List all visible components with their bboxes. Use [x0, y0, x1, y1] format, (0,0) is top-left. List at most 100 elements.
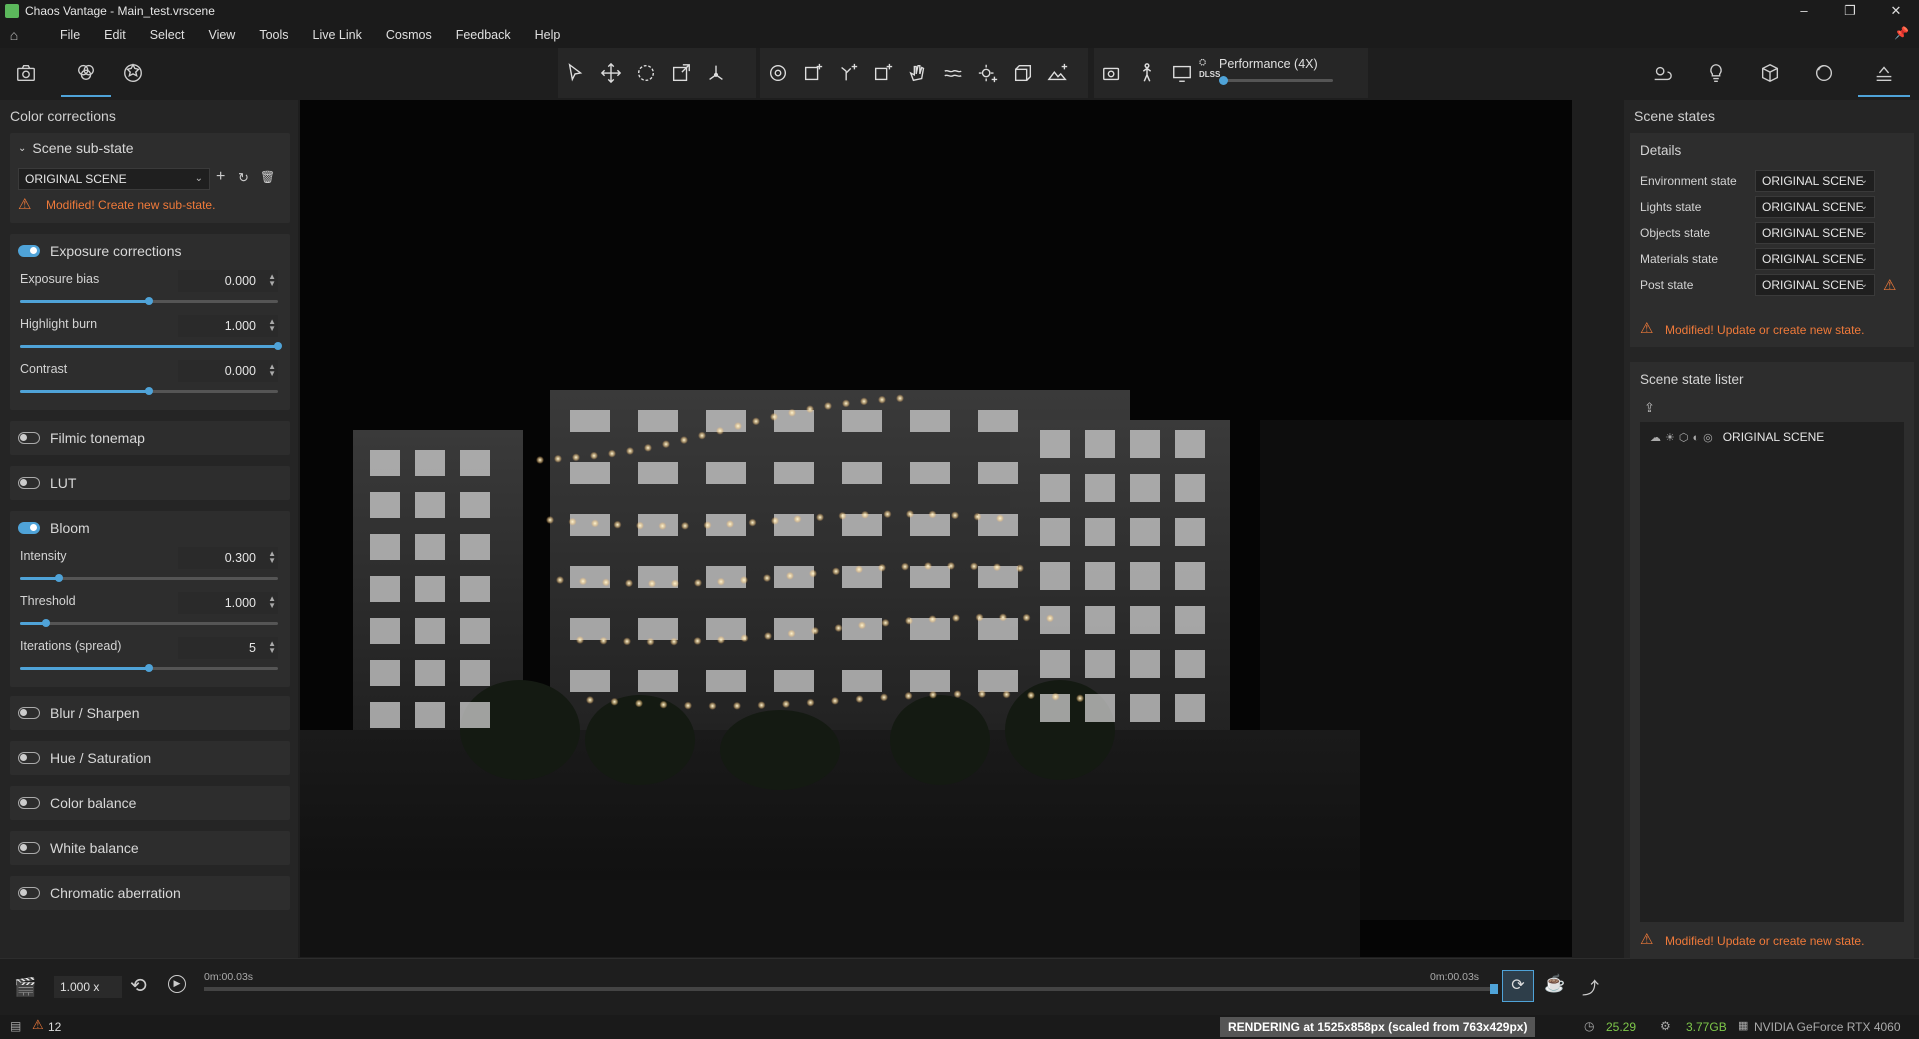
materials-tab-icon[interactable] — [1806, 56, 1841, 90]
param-value-input[interactable]: 1.000 — [178, 592, 278, 614]
white-balance-header[interactable]: White balance — [10, 831, 290, 865]
param-value-input[interactable]: 1.000 — [178, 315, 278, 337]
add-icon[interactable]: + — [216, 168, 225, 186]
rotate-icon[interactable] — [628, 56, 663, 90]
state-list-item[interactable]: ☁☀⬡◐◎ ORIGINAL SCENE — [1640, 422, 1904, 452]
param-slider-knob[interactable] — [274, 342, 282, 350]
param-value-input[interactable]: 5 — [178, 637, 278, 659]
timeline-track[interactable] — [204, 984, 1498, 994]
color-balance-toggle[interactable] — [18, 797, 40, 809]
menu-feedback[interactable]: Feedback — [444, 28, 523, 42]
menu-edit[interactable]: Edit — [92, 28, 138, 42]
add-light-icon[interactable] — [970, 56, 1005, 90]
select-arrow-icon[interactable] — [558, 56, 593, 90]
add-vegetation-icon[interactable] — [830, 56, 865, 90]
param-slider[interactable] — [20, 619, 278, 627]
spinner-arrows-icon[interactable]: ▲ ▼ — [268, 595, 276, 610]
param-slider[interactable] — [20, 574, 278, 582]
blur-sharpen-header[interactable]: Blur / Sharpen — [10, 696, 290, 730]
minimize-button[interactable]: – — [1781, 0, 1827, 22]
timeline-playhead[interactable] — [1490, 984, 1498, 994]
spinner-arrows-icon[interactable]: ▲ ▼ — [268, 550, 276, 565]
bloom-toggle[interactable] — [18, 522, 40, 534]
render-viewport[interactable] — [300, 100, 1572, 957]
state-dropdown[interactable]: ORIGINAL SCENE ⌄ — [1755, 170, 1875, 192]
play-icon[interactable]: ▶ — [168, 975, 186, 993]
param-slider-knob[interactable] — [145, 387, 153, 395]
chromatic-aberration-toggle[interactable] — [18, 887, 40, 899]
param-value-input[interactable]: 0.000 — [178, 270, 278, 292]
screenshot-camera-icon[interactable] — [1094, 56, 1129, 90]
spinner-arrows-icon[interactable]: ▲ ▼ — [268, 363, 276, 378]
lut-toggle[interactable] — [18, 477, 40, 489]
filmic-toggle[interactable] — [18, 432, 40, 444]
material-picker-icon[interactable] — [760, 56, 795, 90]
menu-live-link[interactable]: Live Link — [301, 28, 374, 42]
menu-cosmos[interactable]: Cosmos — [374, 28, 444, 42]
param-slider[interactable] — [20, 342, 282, 350]
blur-sharpen-toggle[interactable] — [18, 707, 40, 719]
state-dropdown[interactable]: ORIGINAL SCENE ⌄ — [1755, 196, 1875, 218]
param-value-input[interactable]: 0.000 — [178, 360, 278, 382]
substate-dropdown[interactable]: ORIGINAL SCENE ⌄ — [18, 168, 210, 190]
trash-icon[interactable]: 🗑 — [260, 170, 275, 184]
graph-icon[interactable]: ⤴ — [1582, 974, 1599, 999]
render-tab-camera-icon[interactable] — [8, 56, 43, 90]
close-button[interactable]: ✕ — [1873, 0, 1919, 22]
add-terrain-icon[interactable] — [1040, 56, 1075, 90]
teapot-icon[interactable]: ☕ — [1544, 974, 1565, 994]
scene-states-tab-icon[interactable] — [1858, 49, 1910, 97]
environment-tab-icon[interactable] — [1644, 56, 1679, 90]
add-object-icon[interactable] — [1005, 56, 1040, 90]
menu-view[interactable]: View — [196, 28, 247, 42]
exposure-header[interactable]: Exposure corrections — [10, 234, 290, 268]
move-icon[interactable] — [593, 56, 628, 90]
objects-tab-icon[interactable] — [1752, 56, 1787, 90]
display-icon[interactable] — [1164, 56, 1199, 90]
color-balance-header[interactable]: Color balance — [10, 786, 290, 820]
add-image-icon[interactable] — [795, 56, 830, 90]
follow-path-icon[interactable]: ⟳ — [1502, 970, 1534, 1002]
lights-tab-icon[interactable] — [1698, 56, 1733, 90]
scale-icon[interactable] — [663, 56, 698, 90]
menu-file[interactable]: File — [48, 28, 92, 42]
menu-select[interactable]: Select — [138, 28, 197, 42]
add-fog-icon[interactable] — [935, 56, 970, 90]
add-state-icon[interactable]: ⇪ — [1644, 400, 1655, 416]
walk-mode-icon[interactable] — [1129, 56, 1164, 90]
white-balance-toggle[interactable] — [18, 842, 40, 854]
speed-input[interactable]: 1.000 x — [54, 976, 122, 998]
performance-slider-knob[interactable] — [1219, 76, 1228, 85]
loop-icon[interactable]: ⟲ — [130, 973, 147, 998]
home-icon[interactable]: ⌂ — [0, 27, 28, 43]
param-slider-knob[interactable] — [145, 297, 153, 305]
restore-button[interactable]: ❐ — [1827, 0, 1873, 22]
filmic-header[interactable]: Filmic tonemap — [10, 421, 290, 455]
clapperboard-icon[interactable]: 🎬 — [14, 977, 36, 998]
state-dropdown[interactable]: ORIGINAL SCENE ⌄ — [1755, 248, 1875, 270]
exposure-toggle[interactable] — [18, 245, 40, 257]
pivot-icon[interactable] — [698, 56, 733, 90]
warning-icon[interactable]: ⚠ — [32, 1017, 44, 1033]
menu-tools[interactable]: Tools — [247, 28, 300, 42]
pin-icon[interactable]: 📌 — [1894, 26, 1909, 40]
spinner-arrows-icon[interactable]: ▲ ▼ — [268, 640, 276, 655]
add-hand-icon[interactable] — [900, 56, 935, 90]
menu-help[interactable]: Help — [523, 28, 573, 42]
param-slider-knob[interactable] — [145, 664, 153, 672]
hue-saturation-header[interactable]: Hue / Saturation — [10, 741, 290, 775]
hue-saturation-toggle[interactable] — [18, 752, 40, 764]
spinner-arrows-icon[interactable]: ▲ ▼ — [268, 318, 276, 333]
performance-control[interactable]: ⛭ DLSS Performance (4X) — [1199, 48, 1349, 98]
scene-substate-header[interactable]: ⌄ Scene sub-state — [10, 133, 290, 163]
chromatic-aberration-header[interactable]: Chromatic aberration — [10, 876, 290, 910]
effects-tab-icon[interactable] — [115, 56, 150, 90]
color-corrections-tab-icon[interactable] — [61, 49, 111, 97]
state-dropdown[interactable]: ORIGINAL SCENE ⌄ — [1755, 274, 1875, 296]
param-value-input[interactable]: 0.300 — [178, 547, 278, 569]
param-slider[interactable] — [20, 297, 278, 305]
log-icon[interactable]: ▤ — [10, 1019, 21, 1033]
param-slider-knob[interactable] — [41, 619, 50, 627]
state-dropdown[interactable]: ORIGINAL SCENE ⌄ — [1755, 222, 1875, 244]
param-slider[interactable] — [20, 387, 278, 395]
